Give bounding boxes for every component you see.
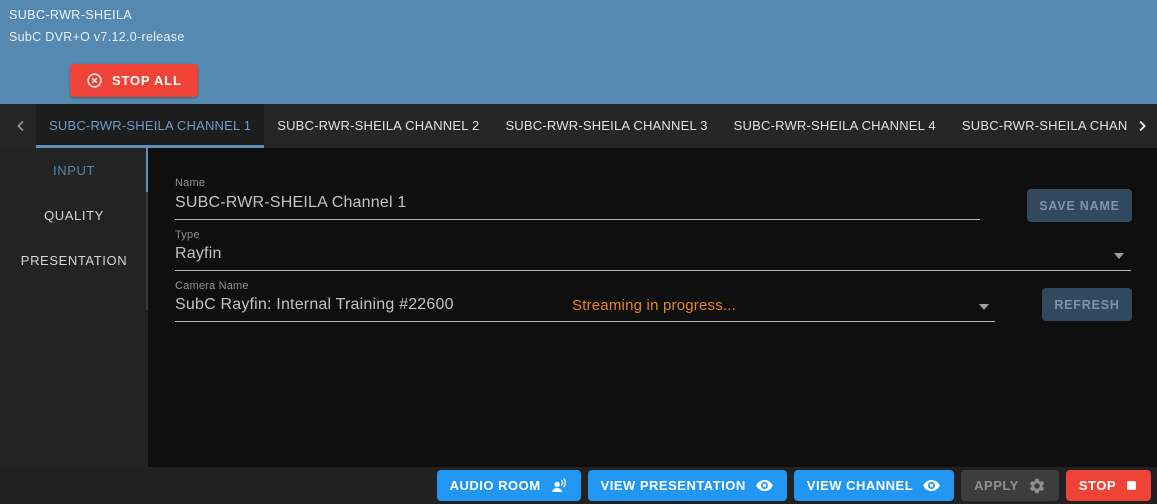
apply-button[interactable]: APPLY xyxy=(961,470,1059,501)
tab-channel-3[interactable]: SUBC-RWR-SHEILA CHANNEL 3 xyxy=(492,104,720,148)
chevron-right-icon[interactable] xyxy=(1127,104,1157,148)
apply-label: APPLY xyxy=(974,478,1019,493)
channel-tab-bar: SUBC-RWR-SHEILA CHANNEL 1 SUBC-RWR-SHEIL… xyxy=(0,104,1157,148)
view-channel-button[interactable]: VIEW CHANNEL xyxy=(794,470,954,501)
stop-circle-icon xyxy=(86,72,103,89)
subc-dvr-app: SUBC-RWR-SHEILA SubC DVR+O v7.12.0-relea… xyxy=(0,0,1157,504)
eye-icon xyxy=(922,476,941,495)
type-select-underline xyxy=(175,270,1131,271)
name-field-label: Name xyxy=(175,177,205,189)
view-presentation-label: VIEW PRESENTATION xyxy=(601,478,746,493)
stop-square-icon xyxy=(1125,479,1138,492)
person-voice-icon xyxy=(550,477,568,495)
gear-icon xyxy=(1028,477,1046,495)
stop-all-label: STOP ALL xyxy=(112,73,182,88)
app-header: SUBC-RWR-SHEILA SubC DVR+O v7.12.0-relea… xyxy=(0,0,1157,104)
camera-dropdown-arrow-icon[interactable] xyxy=(979,304,989,310)
type-field-label: Type xyxy=(175,229,200,241)
camera-field-label: Camera Name xyxy=(175,280,249,292)
sidebar-item-quality[interactable]: QUALITY xyxy=(0,193,148,238)
input-settings-panel: Name SUBC-RWR-SHEILA Channel 1 SAVE NAME… xyxy=(148,148,1157,467)
channel-settings-body: INPUT QUALITY PRESENTATION Name SUBC-RWR… xyxy=(0,148,1157,467)
chevron-left-icon[interactable] xyxy=(6,104,36,148)
audio-room-label: AUDIO ROOM xyxy=(450,478,541,493)
tab-channel-5-truncated[interactable]: SUBC-RWR-SHEILA CHAN xyxy=(949,104,1127,148)
stop-label: STOP xyxy=(1079,478,1116,493)
eye-icon xyxy=(755,476,774,495)
stop-all-button[interactable]: STOP ALL xyxy=(70,64,198,97)
tab-channel-1[interactable]: SUBC-RWR-SHEILA CHANNEL 1 xyxy=(36,104,264,148)
action-bar: AUDIO ROOM VIEW PRESENTATION xyxy=(0,467,1157,504)
audio-room-button[interactable]: AUDIO ROOM xyxy=(437,470,581,501)
app-version: SubC DVR+O v7.12.0-release xyxy=(9,30,185,44)
name-input-underline xyxy=(175,219,980,220)
type-dropdown-arrow-icon[interactable] xyxy=(1114,253,1124,259)
settings-sidebar: INPUT QUALITY PRESENTATION xyxy=(0,148,148,467)
stop-button[interactable]: STOP xyxy=(1066,470,1151,501)
device-name: SUBC-RWR-SHEILA xyxy=(9,8,132,22)
tab-channel-2[interactable]: SUBC-RWR-SHEILA CHANNEL 2 xyxy=(264,104,492,148)
type-select[interactable]: Rayfin xyxy=(175,245,222,263)
tab-strip: SUBC-RWR-SHEILA CHANNEL 1 SUBC-RWR-SHEIL… xyxy=(36,104,1127,148)
view-channel-label: VIEW CHANNEL xyxy=(807,478,913,493)
refresh-button[interactable]: REFRESH xyxy=(1042,288,1132,321)
camera-select[interactable]: SubC Rayfin: Internal Training #22600 xyxy=(175,296,454,314)
camera-select-underline xyxy=(175,321,995,322)
sidebar-item-presentation[interactable]: PRESENTATION xyxy=(0,238,148,283)
sidebar-item-input[interactable]: INPUT xyxy=(0,148,148,193)
save-name-button[interactable]: SAVE NAME xyxy=(1027,189,1132,222)
view-presentation-button[interactable]: VIEW PRESENTATION xyxy=(588,470,787,501)
name-input[interactable]: SUBC-RWR-SHEILA Channel 1 xyxy=(175,194,406,212)
streaming-status: Streaming in progress... xyxy=(572,297,736,314)
tab-channel-4[interactable]: SUBC-RWR-SHEILA CHANNEL 4 xyxy=(721,104,949,148)
